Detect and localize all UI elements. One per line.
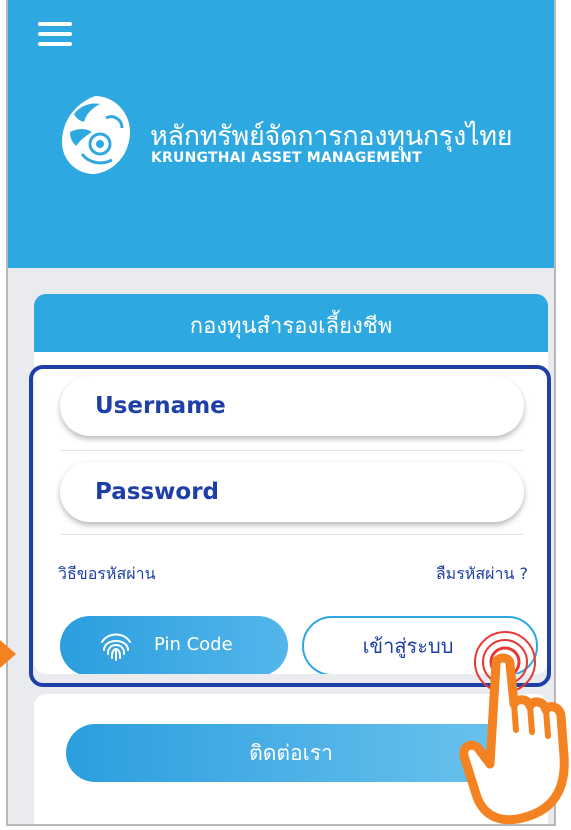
fingerprint-icon	[101, 633, 131, 661]
pin-code-button[interactable]: Pin Code	[60, 616, 288, 674]
forgot-password-link[interactable]: ลืมรหัสผ่าน ?	[436, 562, 528, 587]
username-input[interactable]: Username	[60, 376, 524, 436]
divider	[60, 450, 524, 451]
hamburger-menu-icon[interactable]	[38, 22, 72, 46]
pointing-hand-icon	[459, 631, 569, 825]
arrow-pointer-icon	[0, 640, 16, 668]
pin-code-label: Pin Code	[154, 634, 233, 655]
login-button-label: เข้าสู่ระบบ	[362, 634, 454, 658]
header: หลักทรัพย์จัดการกองทุนกรุงไทย KRUNGTHAI …	[8, 0, 554, 268]
how-to-request-password-link[interactable]: วิธีขอรหัสผ่าน	[58, 562, 156, 587]
brand-name-english: KRUNGTHAI ASSET MANAGEMENT	[151, 150, 422, 166]
login-card: กองทุนสำรองเลี้ยงชีพ Username Password ว…	[34, 294, 548, 674]
password-input[interactable]: Password	[60, 462, 524, 522]
garuda-logo-icon	[62, 96, 130, 174]
login-card-title: กองทุนสำรองเลี้ยงชีพ	[34, 294, 548, 352]
contact-us-button[interactable]: ติดต่อเรา	[66, 724, 516, 782]
divider	[60, 534, 524, 535]
